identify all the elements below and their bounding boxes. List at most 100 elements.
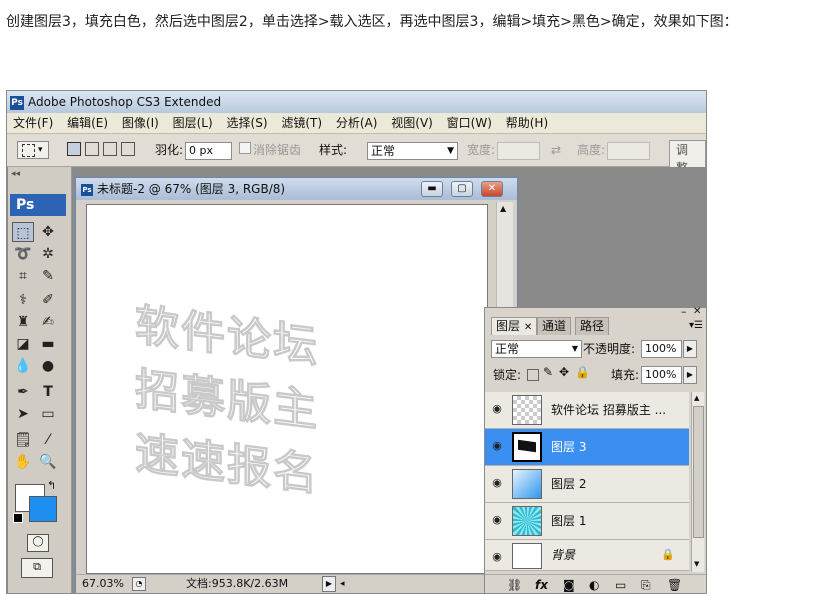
image-canvas[interactable]: 软件论坛 招募版主 速速报名 bbox=[86, 204, 488, 574]
menu-analysis[interactable]: 分析(A) bbox=[336, 116, 378, 130]
minimize-icon[interactable]: ▬ bbox=[421, 181, 443, 197]
maximize-icon[interactable]: ▢ bbox=[451, 181, 473, 197]
lock-position-icon[interactable]: ✥ bbox=[559, 365, 569, 379]
clone-stamp-tool-icon[interactable]: ♜ bbox=[12, 312, 34, 332]
tool-preset-picker[interactable]: ▾ bbox=[17, 141, 49, 159]
layer-row[interactable]: ◉ 图层 1 bbox=[485, 503, 689, 540]
layer-thumbnail bbox=[512, 395, 542, 425]
pen-tool-icon[interactable]: ✒ bbox=[12, 382, 34, 402]
menu-select[interactable]: 选择(S) bbox=[227, 116, 268, 130]
fx-icon[interactable]: fx bbox=[535, 575, 548, 593]
dodge-tool-icon[interactable]: ● bbox=[37, 356, 59, 376]
swap-dimensions-icon[interactable]: ⇄ bbox=[551, 140, 561, 160]
new-layer-icon[interactable]: ⎘ bbox=[641, 575, 651, 593]
type-tool-icon[interactable]: T bbox=[37, 382, 59, 402]
panel-tabs: 图层 ✕ 通道 路径 ▾☰ bbox=[485, 314, 706, 335]
layer-row[interactable]: ◉ 软件论坛 招募版主 ... bbox=[485, 392, 689, 429]
visibility-eye-icon[interactable]: ◉ bbox=[490, 477, 504, 489]
scroll-up-icon[interactable]: ▲ bbox=[500, 204, 506, 213]
height-input[interactable] bbox=[607, 142, 650, 160]
menu-filter[interactable]: 滤镜(T) bbox=[281, 116, 322, 130]
close-icon[interactable]: ✕ bbox=[481, 181, 503, 197]
lock-pixels-icon[interactable]: ✎ bbox=[543, 365, 553, 379]
marquee-preset-icon bbox=[22, 144, 35, 157]
panel-bottom-toolbar: ⛓ fx ◙ ◐ ▭ ⎘ 🗑 bbox=[485, 574, 706, 593]
visibility-eye-icon[interactable]: ◉ bbox=[490, 403, 504, 415]
status-menu-icon[interactable]: ▶ bbox=[322, 576, 336, 592]
antialias-checkbox[interactable] bbox=[239, 142, 251, 154]
scroll-down-icon[interactable]: ▼ bbox=[694, 560, 699, 568]
slice-tool-icon[interactable]: ✎ bbox=[37, 266, 59, 286]
menu-file[interactable]: 文件(F) bbox=[13, 116, 53, 130]
lasso-tool-icon[interactable]: ➰ bbox=[12, 244, 34, 264]
magic-wand-tool-icon[interactable]: ✲ bbox=[37, 244, 59, 264]
document-info: 文档:953.8K/2.63M bbox=[186, 577, 289, 590]
notes-tool-icon[interactable]: 🗒 bbox=[12, 430, 34, 450]
tab-paths[interactable]: 路径 bbox=[575, 317, 610, 335]
hand-tool-icon[interactable]: ✋ bbox=[12, 452, 34, 472]
layer-row[interactable]: ◉ 图层 2 bbox=[485, 466, 689, 503]
default-colors-icon[interactable] bbox=[13, 513, 23, 523]
brush-tool-icon[interactable]: ✐ bbox=[37, 290, 59, 310]
blur-tool-icon[interactable]: 💧 bbox=[12, 356, 34, 376]
collapse-toolbox-icon[interactable]: ◂◂ bbox=[11, 169, 20, 179]
tab-layers[interactable]: 图层 ✕ bbox=[491, 317, 538, 335]
width-input[interactable] bbox=[497, 142, 540, 160]
add-mask-icon[interactable]: ◙ bbox=[563, 575, 575, 593]
lock-transparency-icon[interactable] bbox=[527, 369, 539, 381]
healing-brush-tool-icon[interactable]: ⚕ bbox=[12, 290, 34, 310]
panel-menu-icon[interactable]: ▾☰ bbox=[689, 320, 703, 331]
tab-channels[interactable]: 通道 bbox=[537, 317, 572, 335]
menu-help[interactable]: 帮助(H) bbox=[506, 116, 548, 130]
quick-mask-icon[interactable]: ◯ bbox=[27, 534, 49, 552]
blend-mode-select[interactable]: 正常 ▼ bbox=[491, 340, 582, 358]
opacity-input[interactable]: 100% bbox=[641, 340, 682, 358]
screen-mode-icon[interactable]: ⧉ bbox=[21, 558, 53, 578]
new-group-icon[interactable]: ▭ bbox=[615, 575, 626, 593]
fill-slider-icon[interactable]: ▶ bbox=[683, 366, 697, 384]
crop-tool-icon[interactable]: ⌗ bbox=[12, 266, 34, 286]
scroll-thumb[interactable] bbox=[693, 406, 704, 538]
zoom-level[interactable]: 67.03% bbox=[82, 575, 124, 593]
menu-image[interactable]: 图像(I) bbox=[122, 116, 159, 130]
feather-input[interactable]: 0 px bbox=[185, 142, 232, 160]
gradient-tool-icon[interactable]: ▬ bbox=[37, 334, 59, 354]
menu-layer[interactable]: 图层(L) bbox=[173, 116, 213, 130]
visibility-eye-icon[interactable]: ◉ bbox=[490, 514, 504, 526]
zoom-tool-icon[interactable]: 🔍 bbox=[37, 452, 59, 472]
visibility-eye-icon[interactable]: ◉ bbox=[490, 440, 504, 452]
layers-scrollbar[interactable]: ▲ ▼ bbox=[691, 392, 704, 572]
subtract-selection-icon[interactable] bbox=[103, 142, 117, 156]
tab-close-icon[interactable]: ✕ bbox=[524, 322, 532, 333]
style-select[interactable]: 正常 ▼ bbox=[367, 142, 458, 160]
lock-all-icon[interactable]: 🔒 bbox=[575, 365, 590, 379]
link-layers-icon[interactable]: ⛓ bbox=[507, 575, 522, 593]
background-color-swatch[interactable] bbox=[29, 496, 57, 522]
swap-colors-icon[interactable]: ↰ bbox=[47, 479, 56, 492]
trash-icon[interactable]: 🗑 bbox=[667, 575, 682, 593]
rectangle-tool-icon[interactable]: ▭ bbox=[37, 404, 59, 424]
new-selection-icon[interactable] bbox=[67, 142, 81, 156]
eyedropper-tool-icon[interactable]: ⁄ bbox=[37, 430, 59, 450]
add-selection-icon[interactable] bbox=[85, 142, 99, 156]
visibility-eye-icon[interactable]: ◉ bbox=[490, 551, 504, 563]
scroll-up-icon[interactable]: ▲ bbox=[694, 394, 699, 402]
menu-window[interactable]: 窗口(W) bbox=[447, 116, 492, 130]
adjustment-layer-icon[interactable]: ◐ bbox=[589, 575, 599, 593]
layer-row[interactable]: ◉ 背景 🔒 bbox=[485, 540, 689, 571]
move-tool-icon[interactable]: ✥ bbox=[37, 222, 59, 242]
marquee-tool-icon[interactable]: ⬚ bbox=[12, 222, 34, 242]
path-selection-tool-icon[interactable]: ➤ bbox=[12, 404, 34, 424]
selection-mode-buttons bbox=[65, 141, 141, 159]
opacity-slider-icon[interactable]: ▶ bbox=[683, 340, 697, 358]
eraser-tool-icon[interactable]: ◪ bbox=[12, 334, 34, 354]
intro-paragraph: 创建图层3，填充白色，然后选中图层2，单击选择>载入选区，再选中图层3，编辑>填… bbox=[6, 14, 738, 30]
layer-row[interactable]: ◉ 图层 3 bbox=[485, 429, 689, 466]
menu-view[interactable]: 视图(V) bbox=[391, 116, 433, 130]
fill-input[interactable]: 100% bbox=[641, 366, 682, 384]
intersect-selection-icon[interactable] bbox=[121, 142, 135, 156]
history-brush-tool-icon[interactable]: ✍ bbox=[37, 312, 59, 332]
scroll-left-icon[interactable]: ◂ bbox=[340, 575, 345, 593]
menu-edit[interactable]: 编辑(E) bbox=[67, 116, 108, 130]
status-preview-icon[interactable]: ◔ bbox=[132, 577, 146, 591]
